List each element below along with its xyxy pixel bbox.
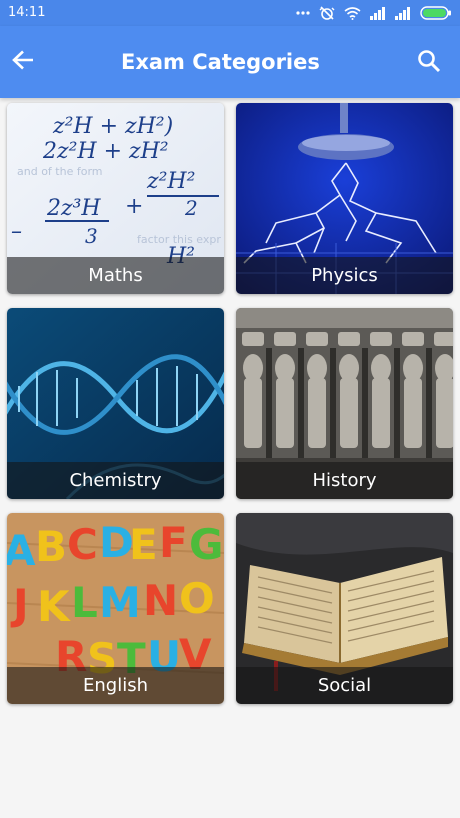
category-label: Social (236, 667, 453, 704)
svg-text:G: G (189, 520, 223, 569)
svg-text:K: K (37, 582, 71, 631)
svg-text:2z²H + zH²: 2z²H + zH² (42, 139, 169, 164)
svg-text:L: L (71, 578, 98, 627)
svg-text:F: F (159, 518, 188, 567)
svg-text:C: C (67, 520, 98, 569)
battery-icon (420, 6, 452, 20)
svg-text:A: A (7, 526, 36, 575)
svg-text:N: N (143, 576, 178, 625)
category-card-maths[interactable]: z²H + zH²) 2z²H + zH² 2z³H 3 + z²H² 2 H²… (7, 103, 224, 294)
svg-text:factor this expr: factor this expr (137, 233, 221, 246)
category-label: Maths (7, 257, 224, 294)
svg-text:J: J (10, 580, 29, 629)
category-label: History (236, 462, 453, 499)
arrow-back-icon (12, 50, 34, 75)
svg-text:+: + (125, 194, 143, 219)
svg-text:M: M (99, 578, 141, 627)
alarm-off-icon (319, 5, 335, 21)
svg-text:2z³H: 2z³H (46, 196, 101, 221)
signal-icon-secondary (395, 6, 411, 20)
category-card-physics[interactable]: Physics (236, 103, 453, 294)
app-bar: Exam Categories (0, 26, 460, 98)
status-bar: 14:11 (0, 0, 460, 26)
svg-text:B: B (35, 522, 67, 571)
signal-icon (370, 6, 386, 20)
svg-text:z²H + zH²): z²H + zH²) (52, 114, 173, 139)
page-title: Exam Categories (121, 50, 320, 74)
category-label: Physics (236, 257, 453, 294)
svg-text:O: O (179, 574, 215, 623)
svg-text:–: – (11, 219, 22, 244)
category-card-english[interactable]: A B C D E F G J K L M N O R S T U V Engl… (7, 513, 224, 704)
status-time: 14:11 (8, 5, 46, 20)
svg-text:z²H²: z²H² (146, 169, 195, 194)
svg-text:and of the form: and of the form (17, 165, 103, 178)
svg-text:2: 2 (184, 196, 198, 220)
category-label: English (7, 667, 224, 704)
svg-text:3: 3 (85, 224, 98, 248)
wifi-icon (344, 6, 361, 20)
more-dots-icon (296, 10, 310, 16)
search-icon (417, 49, 441, 78)
back-button[interactable] (8, 48, 38, 76)
status-icons (296, 5, 452, 21)
category-label: Chemistry (7, 462, 224, 499)
category-card-history[interactable]: History (236, 308, 453, 499)
category-card-chemistry[interactable]: Chemistry (7, 308, 224, 499)
category-card-social[interactable]: Social (236, 513, 453, 704)
svg-text:E: E (129, 520, 158, 569)
search-button[interactable] (414, 48, 444, 78)
